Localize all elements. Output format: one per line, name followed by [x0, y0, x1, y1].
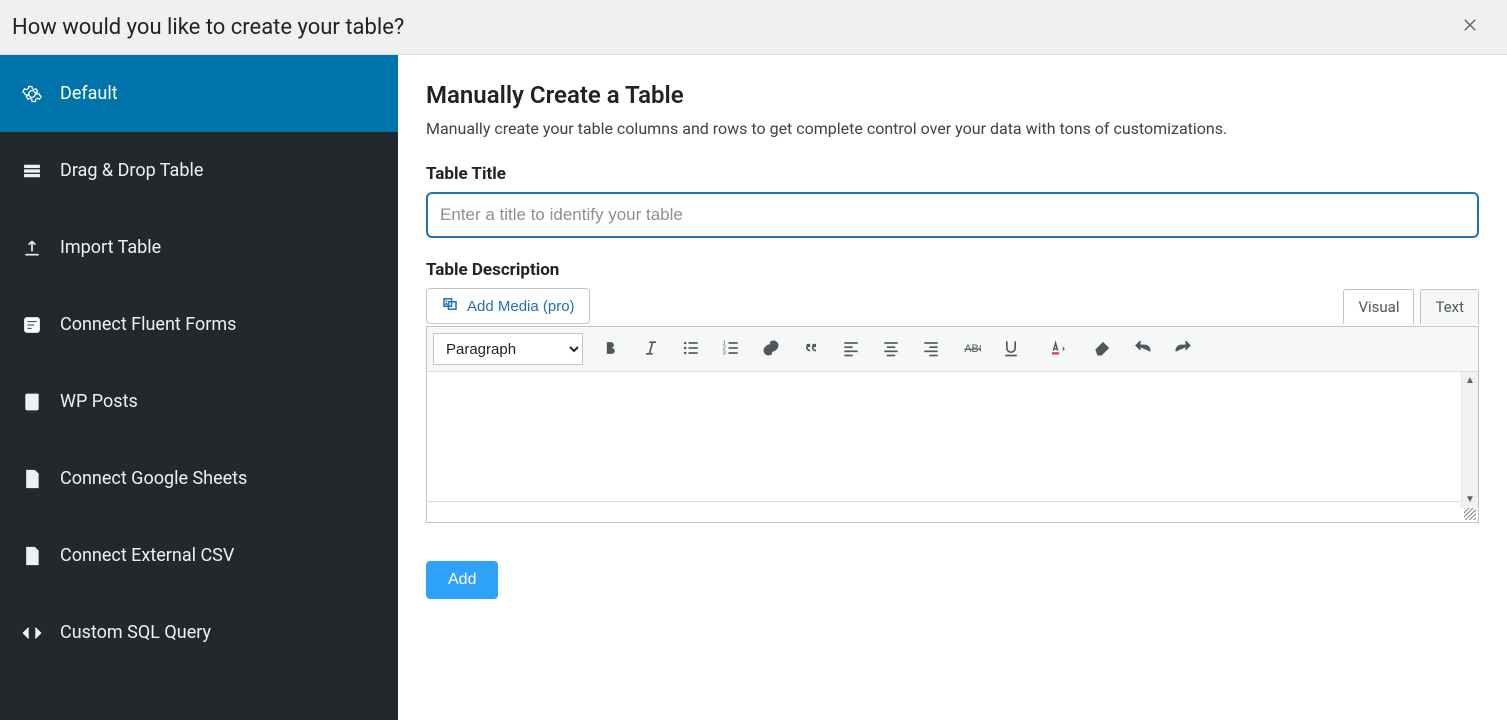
sidebar-item-import[interactable]: Import Table [0, 209, 398, 286]
quote-button[interactable] [793, 331, 829, 367]
quote-icon [801, 338, 821, 361]
text-color-button[interactable] [1033, 331, 1081, 367]
underline-button[interactable] [993, 331, 1029, 367]
text-color-icon [1047, 338, 1067, 361]
sidebar-item-label: Drag & Drop Table [60, 160, 203, 181]
table-description-label: Table Description [426, 260, 1479, 280]
strikethrough-icon: ABC [961, 338, 981, 361]
sidebar-item-label: WP Posts [60, 391, 138, 412]
align-left-button[interactable] [833, 331, 869, 367]
editor-tabs: Visual Text [1343, 289, 1479, 324]
bullet-list-button[interactable] [673, 331, 709, 367]
code-icon [22, 623, 42, 643]
align-left-icon [841, 338, 861, 361]
tab-text[interactable]: Text [1420, 289, 1479, 324]
sidebar-item-external-csv[interactable]: Connect External CSV [0, 517, 398, 594]
editor-scrollbar[interactable]: ▲ ▼ [1461, 372, 1478, 508]
align-right-icon [921, 338, 941, 361]
modal-header: How would you like to create your table? [0, 0, 1507, 55]
table-title-input[interactable] [426, 192, 1479, 238]
gear-icon [22, 84, 42, 104]
link-button[interactable] [753, 331, 789, 367]
file-icon [22, 546, 42, 566]
close-icon [1461, 17, 1479, 39]
undo-button[interactable] [1125, 331, 1161, 367]
align-center-icon [881, 338, 901, 361]
page-subtitle: Manually create your table columns and r… [426, 119, 1479, 138]
sidebar-item-label: Custom SQL Query [60, 622, 211, 643]
description-textarea[interactable] [427, 372, 1478, 502]
sidebar: Default Drag & Drop Table Import Table C… [0, 55, 398, 720]
sidebar-item-default[interactable]: Default [0, 55, 398, 132]
strikethrough-button[interactable]: ABC [953, 331, 989, 367]
numbered-list-icon: 123 [721, 338, 741, 361]
modal-title: How would you like to create your table? [12, 15, 404, 40]
tab-visual[interactable]: Visual [1343, 289, 1414, 324]
format-select[interactable]: Paragraph [433, 333, 583, 365]
bullet-list-icon [681, 338, 701, 361]
scroll-up-icon: ▲ [1465, 372, 1475, 389]
eraser-icon [1093, 338, 1113, 361]
sidebar-item-label: Default [60, 83, 118, 104]
add-button[interactable]: Add [426, 561, 498, 599]
resize-grip-icon[interactable] [1464, 508, 1476, 520]
page-title: Manually Create a Table [426, 81, 1479, 109]
sidebar-item-label: Connect External CSV [60, 545, 234, 566]
main-panel: Manually Create a Table Manually create … [398, 55, 1507, 720]
redo-button[interactable] [1165, 331, 1201, 367]
bold-icon [601, 338, 621, 361]
add-media-button[interactable]: Add Media (pro) [426, 288, 590, 324]
italic-button[interactable] [633, 331, 669, 367]
add-media-label: Add Media (pro) [467, 298, 575, 315]
align-right-button[interactable] [913, 331, 949, 367]
table-title-label: Table Title [426, 164, 1479, 184]
sidebar-item-wp-posts[interactable]: WP Posts [0, 363, 398, 440]
media-icon [441, 295, 459, 317]
scroll-down-icon: ▼ [1465, 491, 1475, 508]
editor-toolbar: Paragraph 123 [427, 327, 1478, 372]
redo-icon [1173, 338, 1193, 361]
italic-icon [641, 338, 661, 361]
editor-footer [427, 506, 1478, 522]
close-button[interactable] [1453, 12, 1487, 42]
sidebar-item-sql[interactable]: Custom SQL Query [0, 594, 398, 671]
numbered-list-button[interactable]: 123 [713, 331, 749, 367]
svg-text:3: 3 [723, 350, 726, 356]
sidebar-item-label: Connect Google Sheets [60, 468, 247, 489]
modal-body: Default Drag & Drop Table Import Table C… [0, 55, 1507, 720]
sheet-icon [22, 469, 42, 489]
upload-icon [22, 238, 42, 258]
form-icon [22, 315, 42, 335]
underline-icon [1001, 338, 1021, 361]
sidebar-item-label: Connect Fluent Forms [60, 314, 236, 335]
link-icon [761, 338, 781, 361]
svg-text:ABC: ABC [964, 343, 981, 355]
sidebar-item-fluent-forms[interactable]: Connect Fluent Forms [0, 286, 398, 363]
clear-format-button[interactable] [1085, 331, 1121, 367]
sidebar-item-label: Import Table [60, 237, 161, 258]
sidebar-item-drag-drop[interactable]: Drag & Drop Table [0, 132, 398, 209]
undo-icon [1133, 338, 1153, 361]
sidebar-item-google-sheets[interactable]: Connect Google Sheets [0, 440, 398, 517]
rows-icon [22, 161, 42, 181]
align-center-button[interactable] [873, 331, 909, 367]
bold-button[interactable] [593, 331, 629, 367]
rich-text-editor: Paragraph 123 [426, 326, 1479, 523]
posts-icon [22, 392, 42, 412]
editor-area-wrap: ▲ ▼ [427, 372, 1478, 522]
